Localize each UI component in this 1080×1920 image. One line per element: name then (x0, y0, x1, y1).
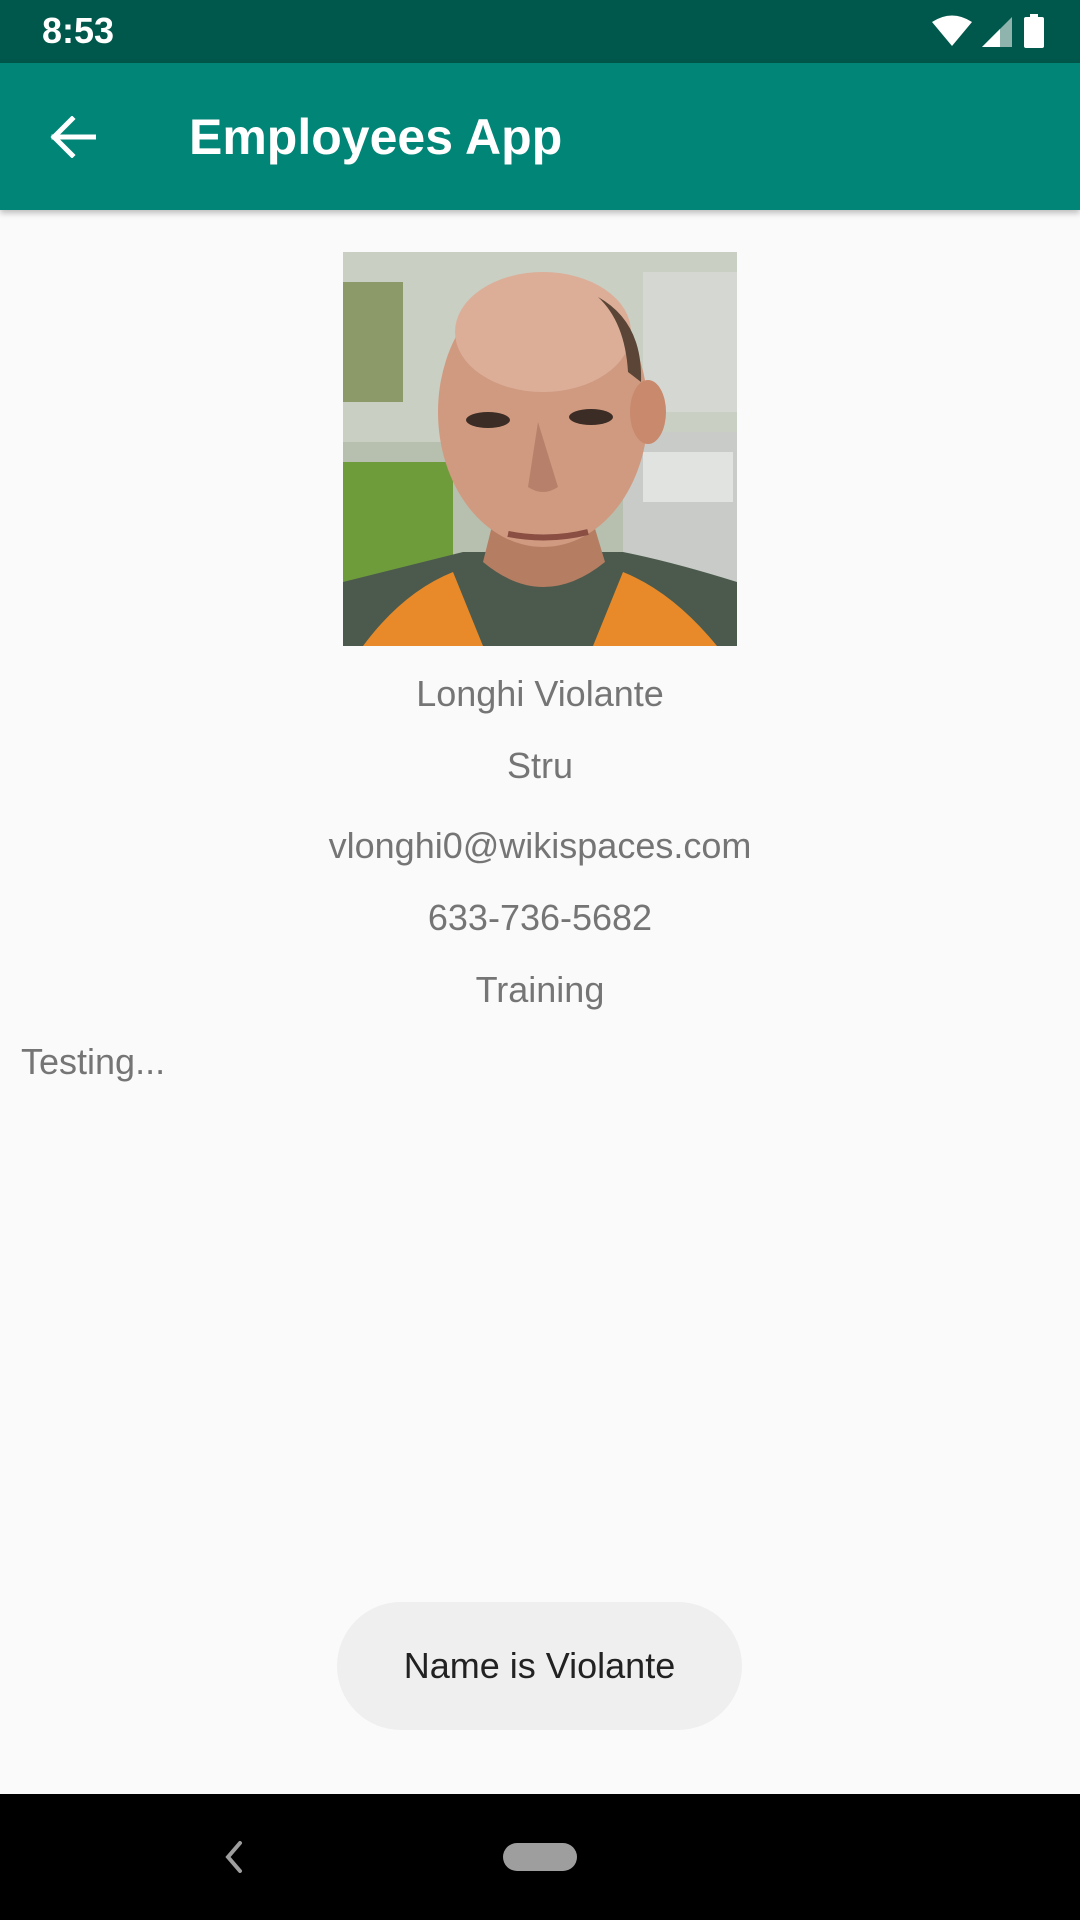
back-button[interactable] (30, 101, 116, 173)
app-title: Employees App (189, 109, 563, 165)
navigation-bar (0, 1794, 1080, 1920)
employee-department: Training (475, 969, 605, 1010)
employee-name: Longhi Violante (416, 673, 664, 714)
status-icons (932, 14, 1044, 48)
toast-message: Name is Violante (403, 1645, 676, 1686)
toast: Name is Violante (337, 1602, 742, 1730)
nav-home-pill-icon[interactable] (503, 1843, 577, 1871)
cell-signal-icon (982, 17, 1012, 47)
arrow-back-icon (50, 116, 96, 158)
status-bar: 8:53 (0, 0, 1080, 63)
wifi-icon (932, 15, 972, 46)
battery-icon (1024, 14, 1044, 48)
status-time: 8:53 (42, 10, 115, 51)
status-text: Testing... (21, 1041, 166, 1082)
nav-back-button[interactable] (214, 1834, 254, 1880)
app-bar: Employees App (0, 63, 1080, 210)
employee-email: vlonghi0@wikispaces.com (328, 825, 752, 866)
nav-back-icon (225, 1841, 242, 1873)
employee-role: Stru (506, 745, 574, 786)
employee-phone: 633-736-5682 (427, 897, 653, 938)
employee-photo (343, 252, 737, 646)
